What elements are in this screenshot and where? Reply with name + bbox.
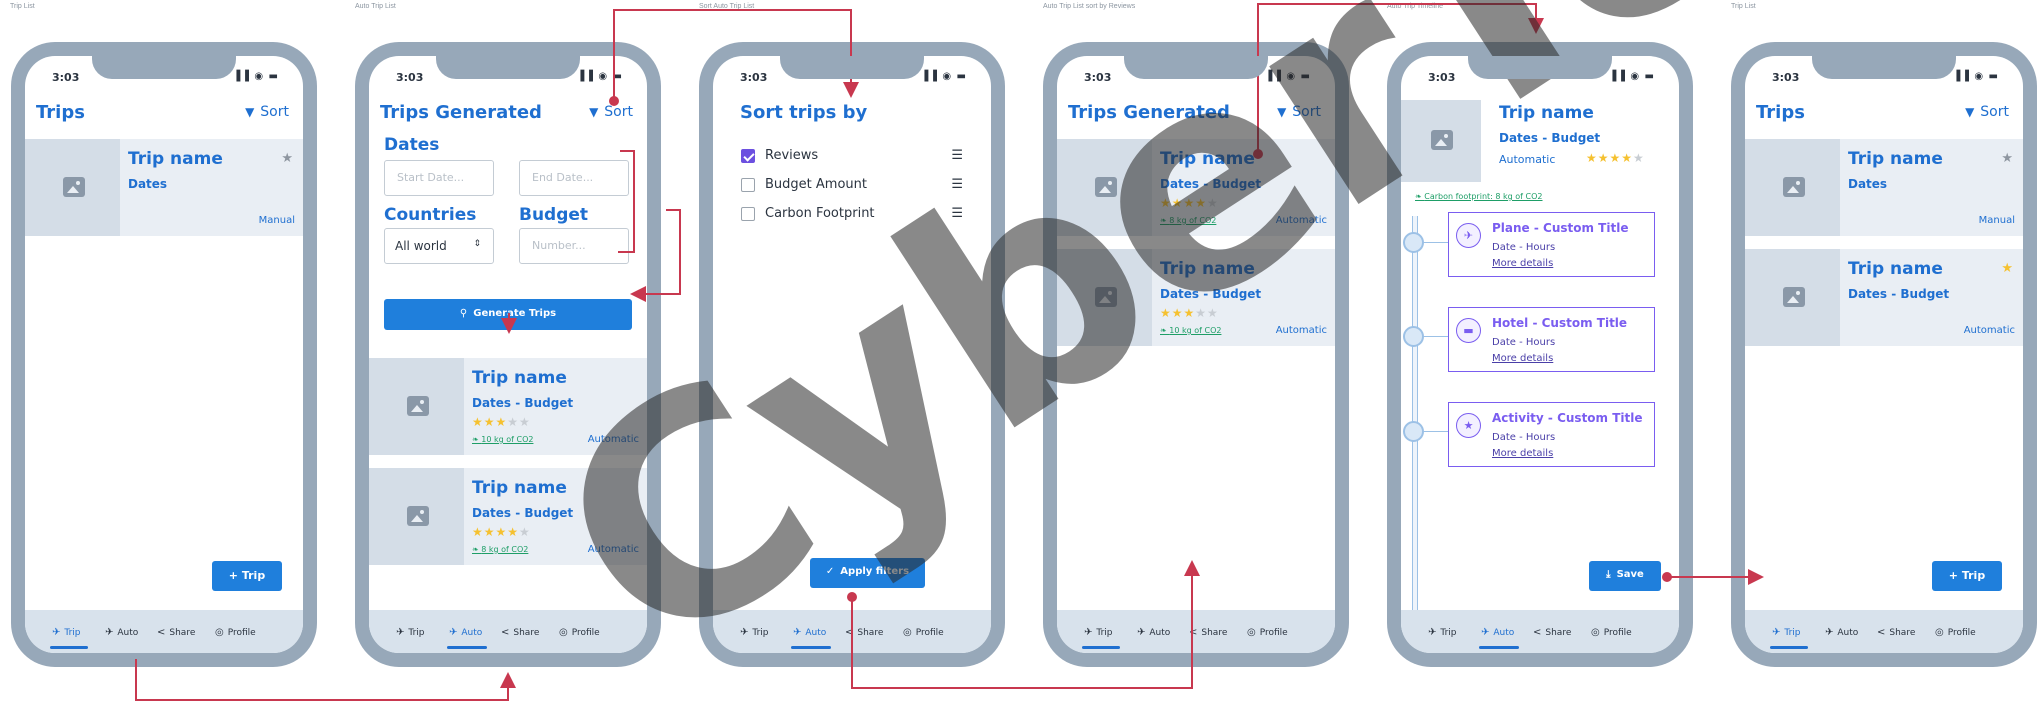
notch [436,56,580,79]
arrow-dot [609,96,619,106]
arrow-sort-to-sortscreen [613,9,859,98]
notch [1812,56,1956,79]
arrow-bracket-budget [630,209,681,302]
arrow-apply-to-sorted [851,560,1200,689]
arrow-trip-to-auto [135,659,516,701]
arrow-dot [847,592,857,602]
notch [92,56,236,79]
flow-arrows [135,3,1764,701]
notch [780,56,924,79]
notch [1468,56,1612,79]
arrow-bracket-dates [618,150,635,253]
arrow-dot [1253,149,1263,159]
storyboard-canvas: Trip List Auto Trip List Sort Auto Trip … [0,0,2040,701]
notch [1124,56,1268,79]
